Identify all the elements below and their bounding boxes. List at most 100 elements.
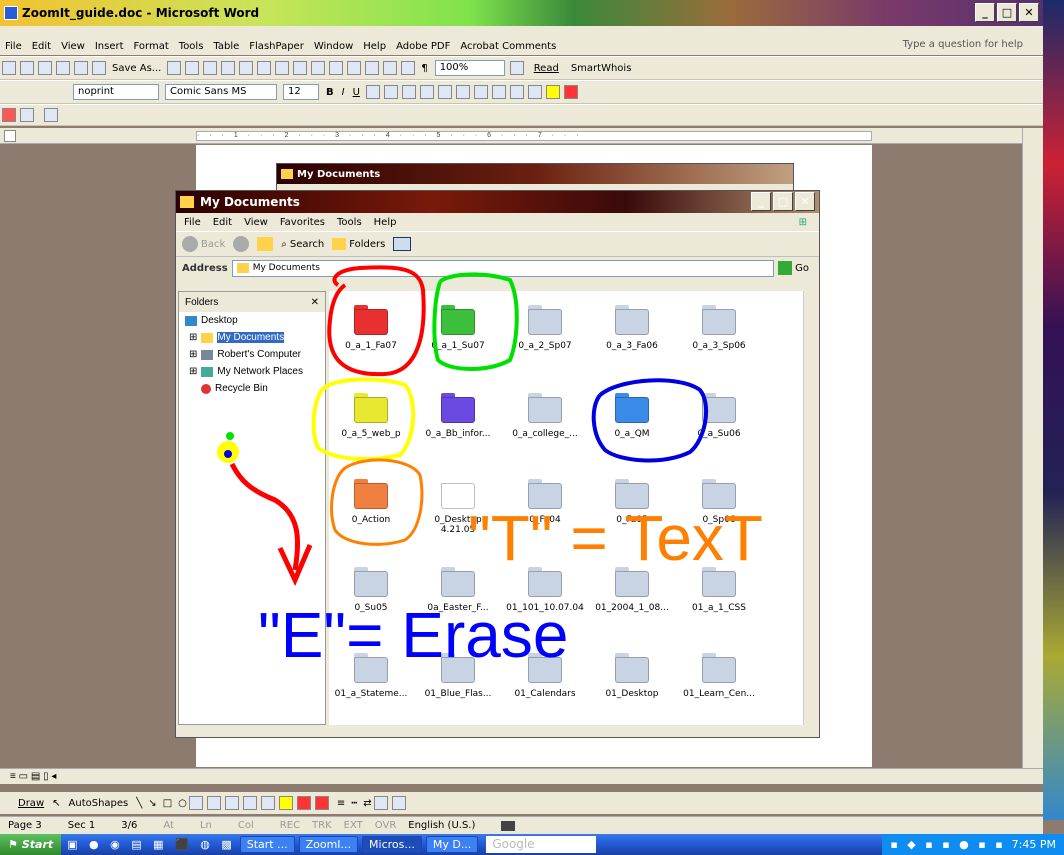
save-icon[interactable]: [38, 61, 52, 75]
copy-icon[interactable]: [221, 61, 236, 75]
search-button[interactable]: Search: [290, 239, 324, 250]
view-buttons[interactable]: ≡ ▭ ▤ ▯ ◂: [10, 771, 56, 782]
oval-icon[interactable]: ○: [178, 798, 187, 809]
clipart-icon[interactable]: [242, 796, 257, 810]
show-formatting-icon[interactable]: ¶: [421, 63, 427, 74]
tree-item-recycle-bin[interactable]: Recycle Bin: [179, 380, 325, 397]
file-item[interactable]: 01_2004_1_08...: [590, 561, 674, 633]
status-ovr[interactable]: OVR: [375, 820, 396, 831]
start-button[interactable]: ⚑ Start: [0, 834, 62, 855]
diagram-icon[interactable]: [224, 796, 239, 810]
file-item[interactable]: 0_Fa04: [503, 473, 587, 545]
line-spacing-icon[interactable]: [437, 85, 452, 99]
tree-item-network[interactable]: ⊞ My Network Places: [179, 363, 325, 380]
rectangle-icon[interactable]: □: [163, 798, 172, 809]
google-search-box[interactable]: Google: [486, 836, 597, 853]
increase-indent-icon[interactable]: [509, 85, 524, 99]
file-item[interactable]: 0_Desktop 4.21.05: [416, 473, 500, 545]
wordart-icon[interactable]: [206, 796, 221, 810]
status-ext[interactable]: EXT: [344, 820, 363, 831]
hyperlink-icon[interactable]: [311, 61, 326, 75]
views-icon[interactable]: [393, 237, 412, 251]
file-item[interactable]: 01_Calendars: [503, 647, 587, 719]
redo-icon[interactable]: [293, 61, 308, 75]
folders-button[interactable]: Folders: [349, 239, 385, 250]
menu-file[interactable]: File: [0, 41, 27, 52]
ruler-tab-selector[interactable]: [4, 130, 16, 142]
ruler[interactable]: · · · 1 · · · 2 · · · 3 · · · 4 · · · 5 …: [0, 128, 1043, 144]
arrow-style-icon[interactable]: ⇄: [363, 798, 371, 809]
explorer-menu-tools[interactable]: Tools: [337, 217, 362, 228]
file-item[interactable]: 0_Sp06: [677, 473, 761, 545]
expand-icon[interactable]: ⊞: [189, 349, 197, 360]
explorer-titlebar[interactable]: My Documents _ □ ✕: [176, 191, 819, 213]
folders-icon[interactable]: [332, 238, 347, 250]
justify-icon[interactable]: [419, 85, 434, 99]
shadow-icon[interactable]: [373, 796, 388, 810]
menu-format[interactable]: Format: [129, 41, 174, 52]
file-item[interactable]: 0_a_Bb_infor...: [416, 387, 500, 459]
highlight-icon[interactable]: [545, 85, 560, 99]
open-icon[interactable]: [20, 61, 34, 75]
explorer-menu-help[interactable]: Help: [374, 217, 397, 228]
file-item[interactable]: 0_Fa05: [590, 473, 674, 545]
help-icon[interactable]: [509, 61, 524, 75]
menu-adobe-pdf[interactable]: Adobe PDF: [391, 41, 455, 52]
picture-icon[interactable]: [260, 796, 275, 810]
print-icon[interactable]: [74, 61, 88, 75]
fill-color-icon[interactable]: [278, 796, 293, 810]
menu-table[interactable]: Table: [208, 41, 244, 52]
close-button[interactable]: ✕: [1019, 3, 1039, 22]
quicklaunch-icons[interactable]: ▣ ● ◉ ▤ ▦ ⬛ ◍ ▩: [67, 838, 236, 851]
tray-icons[interactable]: ▪ ◆ ▪ ▪ ● ▪ ▪: [890, 838, 1005, 851]
status-rec[interactable]: REC: [280, 820, 300, 831]
save-as-button[interactable]: Save As...: [112, 63, 161, 74]
go-icon[interactable]: [778, 261, 793, 275]
spelling-icon[interactable]: [167, 61, 182, 75]
permission-icon[interactable]: [56, 61, 70, 75]
file-item[interactable]: 01_Learn_Cen...: [677, 647, 761, 719]
tree-item-computer[interactable]: ⊞ Robert's Computer: [179, 346, 325, 363]
cut-icon[interactable]: [203, 61, 218, 75]
explorer-menu-favorites[interactable]: Favorites: [280, 217, 325, 228]
font-select[interactable]: Comic Sans MS: [165, 84, 277, 100]
file-item[interactable]: 0_a_3_Sp06: [677, 299, 761, 371]
go-button[interactable]: Go: [795, 263, 809, 274]
menu-flashpaper[interactable]: FlashPaper: [244, 41, 309, 52]
file-item[interactable]: 0_a_1_Su07: [416, 299, 500, 371]
menu-insert[interactable]: Insert: [90, 41, 129, 52]
address-input[interactable]: My Documents: [231, 259, 775, 277]
document-map-icon[interactable]: [401, 61, 416, 75]
file-item[interactable]: 0_Su05: [329, 561, 413, 633]
search-icon[interactable]: ⌕: [281, 239, 287, 250]
file-item[interactable]: 0_a_Su06: [677, 387, 761, 459]
line-color-icon[interactable]: [296, 796, 311, 810]
table-icon[interactable]: [329, 61, 344, 75]
pdf-email-icon[interactable]: [20, 108, 34, 122]
task-zoomit[interactable]: ZoomI...: [298, 836, 359, 853]
status-trk[interactable]: TRK: [312, 820, 332, 831]
style-select[interactable]: noprint: [73, 84, 159, 100]
menu-tools[interactable]: Tools: [174, 41, 209, 52]
restore-button[interactable]: □: [997, 3, 1017, 22]
task-start[interactable]: Start ...: [239, 836, 295, 853]
file-item[interactable]: 01_a_Stateme...: [329, 647, 413, 719]
file-list-scrollbar[interactable]: [803, 291, 817, 725]
font-color-icon[interactable]: [563, 85, 578, 99]
horizontal-scrollbar[interactable]: ≡ ▭ ▤ ▯ ◂: [0, 768, 1043, 784]
arrow-icon[interactable]: ↘: [148, 798, 156, 809]
tree-item-desktop[interactable]: Desktop: [179, 312, 325, 329]
file-item[interactable]: 0_a_1_Fa07: [329, 299, 413, 371]
flashpaper-icon[interactable]: [44, 108, 58, 122]
file-item[interactable]: 01_Blue_Flas...: [416, 647, 500, 719]
menu-view[interactable]: View: [56, 41, 90, 52]
align-right-icon[interactable]: [401, 85, 416, 99]
file-item[interactable]: 01_a_1_CSS: [677, 561, 761, 633]
draw-menu[interactable]: Draw: [18, 798, 44, 809]
expand-icon[interactable]: ⊞: [189, 332, 197, 343]
menu-window[interactable]: Window: [309, 41, 358, 52]
numbering-icon[interactable]: [455, 85, 470, 99]
file-item[interactable]: 0_Action: [329, 473, 413, 545]
minimize-button[interactable]: _: [975, 3, 995, 22]
explorer-menu-file[interactable]: File: [184, 217, 201, 228]
